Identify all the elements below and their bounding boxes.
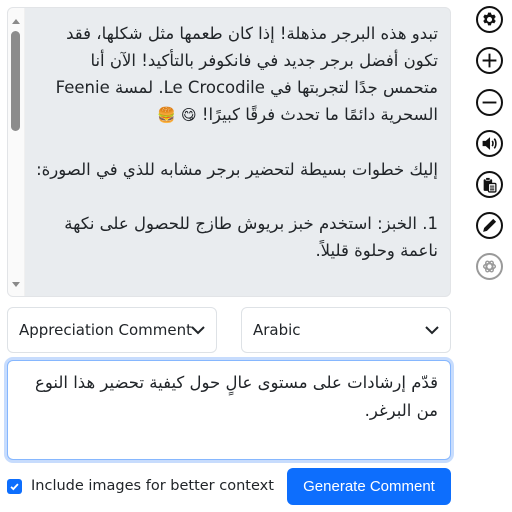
- scroll-up-arrow[interactable]: [12, 19, 20, 24]
- scrollbar[interactable]: [8, 8, 25, 296]
- plus-icon: [482, 53, 497, 68]
- clipboard-icon: [483, 177, 497, 193]
- scroll-down-arrow[interactable]: [12, 282, 20, 287]
- generated-comment-panel: تبدو هذه البرجر مذهلة! إذا كان طعمها مثل…: [7, 7, 451, 297]
- comment-text: تبدو هذه البرجر مذهلة! إذا كان طعمها مثل…: [32, 20, 438, 264]
- language-value: Arabic: [253, 321, 301, 339]
- yum-emoji: 😋: [180, 106, 197, 124]
- chevron-down-icon: [425, 326, 439, 335]
- edit-button[interactable]: [476, 212, 503, 239]
- prompt-input[interactable]: قدّم إرشادات على مستوى عالٍ حول كيفية تح…: [7, 360, 451, 460]
- openai-icon: [482, 260, 497, 273]
- comment-type-select[interactable]: Appreciation Comment: [7, 307, 217, 353]
- decrease-font-button[interactable]: [476, 89, 503, 116]
- scroll-thumb[interactable]: [11, 31, 20, 131]
- settings-icon: [483, 12, 496, 26]
- read-aloud-button[interactable]: [476, 130, 503, 157]
- copy-button[interactable]: [476, 171, 503, 198]
- comment-paragraph: إليك خطوات بسيطة لتحضير برجر مشابه للذي …: [36, 160, 438, 179]
- language-select[interactable]: Arabic: [241, 307, 451, 353]
- burger-emoji: 🍔: [157, 106, 176, 124]
- speaker-icon: [482, 137, 497, 150]
- settings-button[interactable]: [476, 6, 503, 33]
- checkmark-icon: [10, 482, 19, 490]
- openai-button[interactable]: [476, 253, 503, 280]
- comment-paragraph: 1. الخبز: استخدم خبز بريوش طازج للحصول ع…: [59, 214, 438, 260]
- chevron-down-icon: [191, 326, 205, 335]
- comment-type-value: Appreciation Comment: [19, 321, 192, 339]
- include-images-label: Include images for better context: [31, 478, 274, 494]
- include-images-checkbox[interactable]: [7, 478, 22, 494]
- increase-font-button[interactable]: [476, 47, 503, 74]
- minus-icon: [482, 101, 497, 104]
- comment-paragraph: تبدو هذه البرجر مذهلة! إذا كان طعمها مثل…: [50, 24, 438, 124]
- pencil-icon: [483, 218, 497, 232]
- generate-comment-button[interactable]: Generate Comment: [287, 468, 451, 505]
- include-images-row[interactable]: Include images for better context: [7, 478, 274, 494]
